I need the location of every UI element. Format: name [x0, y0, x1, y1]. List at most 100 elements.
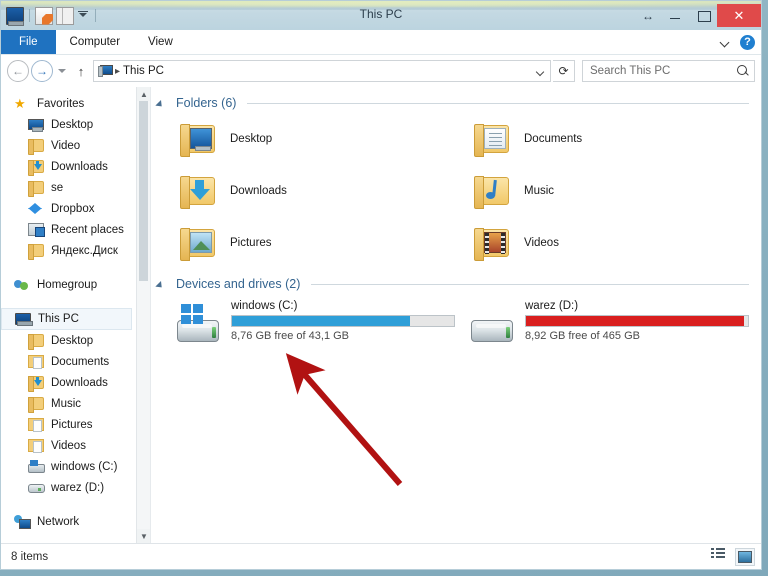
recent-locations-icon[interactable] [55, 60, 69, 82]
drive-item-d[interactable]: warez (D:) 8,92 GB free of 465 GB [455, 296, 749, 348]
new-folder-icon[interactable] [56, 6, 74, 25]
sidebar-item-video[interactable]: Video [1, 135, 136, 156]
folder-item-label: Videos [524, 236, 559, 249]
sidebar-item-pc-desktop[interactable]: Desktop [1, 330, 136, 351]
folders-section-header[interactable]: Folders (6) [161, 96, 749, 110]
chevron-down-icon[interactable] [719, 36, 731, 48]
folder-item-music[interactable]: Music [455, 167, 749, 214]
collapse-triangle-icon[interactable] [161, 99, 170, 108]
folder-item-downloads[interactable]: Downloads [161, 167, 455, 214]
drives-section-header[interactable]: Devices and drives (2) [161, 277, 749, 291]
customize-quick-access-icon[interactable] [77, 9, 90, 22]
drive-info: windows (C:) 8,76 GB free of 43,1 GB [231, 296, 455, 342]
sidebar-item-label: warez (D:) [51, 481, 105, 494]
sidebar-item-label: Яндекс.Диск [51, 244, 118, 257]
search-input[interactable]: Search This PC [582, 60, 755, 82]
sidebar-item-pc-pictures[interactable]: Pictures [1, 414, 136, 435]
sidebar-item-pc-downloads[interactable]: Downloads [1, 372, 136, 393]
sidebar-item-label: windows (C:) [51, 460, 118, 473]
folders-grid: Desktop Documents Downloads Music Pictur… [161, 115, 749, 266]
folder-download-icon [28, 160, 44, 176]
folders-section-title: Folders (6) [176, 96, 237, 110]
folder-item-label: Downloads [230, 184, 287, 197]
drive-free-space-text: 8,92 GB free of 465 GB [525, 330, 640, 342]
tab-computer[interactable]: Computer [56, 30, 135, 54]
sidebar-item-yandex-disk[interactable]: Яндекс.Диск [1, 240, 136, 261]
breadcrumb[interactable]: ▸ This PC [93, 60, 551, 82]
sidebar-item-pc-videos[interactable]: Videos [1, 435, 136, 456]
scroll-up-icon[interactable]: ▲ [137, 87, 150, 101]
sidebar-item-drive-c[interactable]: windows (C:) [1, 456, 136, 477]
sidebar-group-homegroup[interactable]: Homegroup [1, 274, 136, 295]
details-view-icon[interactable] [711, 547, 731, 566]
ribbon-right-controls [719, 30, 755, 54]
folder-item-desktop[interactable]: Desktop [161, 115, 455, 162]
desktop-background: This PC File Computer View ← → ↑ [0, 0, 768, 576]
folder-documents-icon [28, 355, 44, 369]
collapse-triangle-icon[interactable] [161, 280, 170, 289]
title-bar[interactable]: This PC [1, 1, 761, 30]
folder-download-icon [179, 173, 219, 209]
address-bar: ← → ↑ ▸ This PC ⟳ Search This PC [1, 55, 761, 87]
view-toggle-group [711, 547, 755, 566]
sidebar-group-network[interactable]: Network [1, 511, 136, 532]
sidebar-item-se[interactable]: se [1, 177, 136, 198]
maximize-button[interactable] [689, 4, 717, 27]
scroll-down-icon[interactable]: ▼ [137, 529, 150, 543]
back-button[interactable]: ← [7, 60, 29, 82]
sidebar-group-favorites[interactable]: ★ Favorites [1, 93, 136, 114]
hard-drive-icon [469, 304, 515, 344]
close-button[interactable] [717, 4, 761, 27]
up-button[interactable]: ↑ [71, 60, 91, 82]
folder-item-documents[interactable]: Documents [455, 115, 749, 162]
folder-desktop-icon [179, 121, 219, 157]
sidebar-item-dropbox[interactable]: Dropbox [1, 198, 136, 219]
search-icon[interactable] [737, 64, 750, 78]
drive-item-c[interactable]: windows (C:) 8,76 GB free of 43,1 GB [161, 296, 455, 348]
sidebar-group-this-pc[interactable]: This PC [1, 308, 132, 330]
refresh-button[interactable]: ⟳ [553, 60, 575, 82]
hard-drive-windows-icon [28, 460, 45, 473]
sidebar-item-label: Downloads [51, 376, 108, 389]
tab-file[interactable]: File [1, 30, 56, 54]
resize-button[interactable] [635, 4, 661, 27]
sidebar-item-label: Videos [51, 439, 86, 452]
folder-item-videos[interactable]: Videos [455, 219, 749, 266]
large-icons-view-icon[interactable] [735, 547, 755, 566]
drive-info: warez (D:) 8,92 GB free of 465 GB [525, 296, 749, 342]
sidebar-item-downloads[interactable]: Downloads [1, 156, 136, 177]
folder-item-label: Pictures [230, 236, 272, 249]
folder-item-label: Documents [524, 132, 583, 145]
drives-section-title: Devices and drives (2) [176, 277, 301, 291]
minimize-button[interactable] [661, 4, 689, 27]
folder-item-pictures[interactable]: Pictures [161, 219, 455, 266]
sidebar-item-pc-documents[interactable]: Documents [1, 351, 136, 372]
sidebar-group-label: Favorites [37, 97, 85, 110]
navigation-pane: ★ Favorites Desktop Video Downloads se D… [1, 87, 151, 543]
forward-button[interactable]: → [31, 60, 53, 82]
folder-icon [28, 181, 44, 197]
scrollbar-thumb[interactable] [139, 101, 148, 281]
sidebar-item-desktop[interactable]: Desktop [1, 114, 136, 135]
previous-locations-icon[interactable] [532, 61, 548, 81]
folder-desktop-icon [28, 334, 44, 350]
homegroup-icon [14, 278, 30, 291]
this-pc-icon[interactable] [6, 6, 24, 26]
sidebar-item-label: Video [51, 139, 81, 152]
folder-videos-icon [28, 439, 44, 453]
breadcrumb-item-this-pc[interactable]: This PC [123, 65, 164, 77]
sidebar-item-pc-music[interactable]: Music [1, 393, 136, 414]
sidebar-item-label: Recent places [51, 223, 124, 236]
tab-view[interactable]: View [134, 30, 187, 54]
folder-icon [28, 139, 44, 155]
sidebar-item-drive-d[interactable]: warez (D:) [1, 477, 136, 498]
navigation-scrollbar[interactable]: ▲ ▼ [136, 87, 150, 543]
drive-usage-bar [231, 315, 455, 327]
properties-icon[interactable] [35, 6, 53, 25]
sidebar-item-label: Dropbox [51, 202, 95, 215]
sidebar-item-recent-places[interactable]: Recent places [1, 219, 136, 240]
sidebar-item-label: se [51, 181, 64, 194]
help-icon[interactable] [740, 34, 755, 50]
